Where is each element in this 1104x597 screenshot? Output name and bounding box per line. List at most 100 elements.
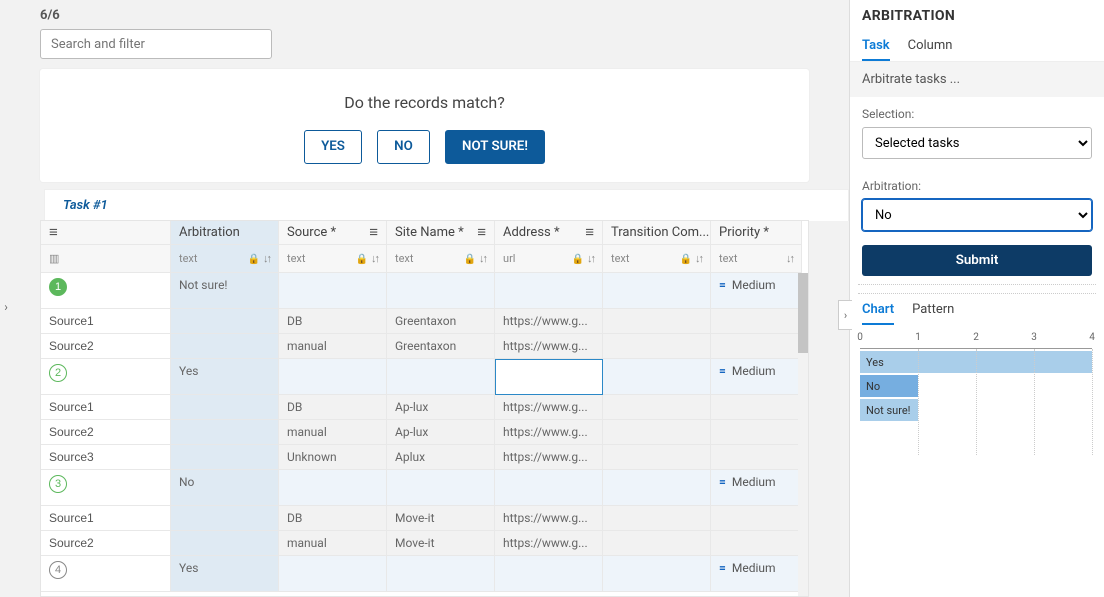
task-row-cell[interactable]	[387, 470, 495, 506]
source-row-cell[interactable]: https://www.g...	[495, 334, 603, 359]
source-row-cell[interactable]	[171, 531, 279, 556]
expand-left-icon[interactable]: ›	[0, 300, 12, 314]
source-row-cell[interactable]: Unknown	[279, 445, 387, 470]
resize-handle[interactable]	[858, 284, 1096, 294]
source-row-cell[interactable]: Ap-lux	[387, 420, 495, 445]
source-row-cell[interactable]	[603, 445, 711, 470]
col-subheader-4[interactable]: url🔒 ↓↑	[495, 245, 603, 273]
source-row-cell[interactable]	[603, 395, 711, 420]
task-row-cell[interactable]	[387, 556, 495, 592]
col-header-3[interactable]: Site Name *≡	[387, 221, 495, 245]
source-row-cell[interactable]	[171, 334, 279, 359]
task-row-cell[interactable]	[603, 556, 711, 592]
source-row-cell[interactable]: manual	[279, 531, 387, 556]
not-sure-button[interactable]: NOT SURE!	[445, 130, 545, 164]
priority-cell[interactable]: =Medium	[711, 273, 802, 309]
col-subheader-0[interactable]: ▥	[41, 245, 171, 273]
source-row-cell[interactable]	[711, 420, 802, 445]
col-subheader-5[interactable]: text🔒 ↓↑	[603, 245, 711, 273]
task-row-cell[interactable]	[279, 273, 387, 309]
source-row-cell[interactable]	[603, 309, 711, 334]
source-row-cell[interactable]	[711, 334, 802, 359]
task-row-cell[interactable]	[495, 359, 603, 395]
yes-button[interactable]: YES	[304, 130, 362, 164]
priority-cell[interactable]: =Medium	[711, 470, 802, 506]
source-row-cell[interactable]: https://www.g...	[495, 309, 603, 334]
task-number-badge[interactable]: 1	[41, 273, 171, 309]
task-number-badge[interactable]: 4	[41, 556, 171, 592]
tab-column[interactable]: Column	[908, 32, 953, 61]
source-row-cell[interactable]: https://www.g...	[495, 506, 603, 531]
arbitration-value-cell[interactable]: No	[171, 470, 279, 506]
source-row-cell[interactable]: Greentaxon	[387, 334, 495, 359]
source-row-cell[interactable]	[171, 445, 279, 470]
source-label[interactable]: Source2	[41, 334, 171, 359]
source-row-cell[interactable]: manual	[279, 420, 387, 445]
source-row-cell[interactable]: DB	[279, 506, 387, 531]
task-row-cell[interactable]	[495, 273, 603, 309]
source-row-cell[interactable]	[711, 531, 802, 556]
source-row-cell[interactable]	[711, 445, 802, 470]
source-row-cell[interactable]	[603, 334, 711, 359]
task-row-cell[interactable]	[495, 470, 603, 506]
col-subheader-6[interactable]: text↓↑	[711, 245, 802, 273]
chart-bar-notsure[interactable]: Not sure!	[860, 399, 918, 421]
source-row-cell[interactable]: https://www.g...	[495, 531, 603, 556]
table-scrollbar[interactable]	[798, 273, 808, 596]
source-row-cell[interactable]: https://www.g...	[495, 420, 603, 445]
task-row-cell[interactable]	[495, 556, 603, 592]
priority-cell[interactable]: =Medium	[711, 359, 802, 395]
task-row-cell[interactable]	[603, 273, 711, 309]
source-row-cell[interactable]: DB	[279, 309, 387, 334]
arbitration-value-cell[interactable]: Yes	[171, 359, 279, 395]
task-row-cell[interactable]	[279, 470, 387, 506]
source-row-cell[interactable]: Ap-lux	[387, 395, 495, 420]
task-row-cell[interactable]	[387, 273, 495, 309]
no-button[interactable]: NO	[377, 130, 430, 164]
arbitration-select[interactable]: No	[862, 199, 1092, 231]
source-row-cell[interactable]: manual	[279, 334, 387, 359]
task-tab[interactable]: Task #1	[44, 189, 849, 221]
task-number-badge[interactable]: 3	[41, 470, 171, 506]
col-header-1[interactable]: Arbitration	[171, 221, 279, 245]
col-header-4[interactable]: Address *≡	[495, 221, 603, 245]
task-row-cell[interactable]	[387, 359, 495, 395]
source-row-cell[interactable]	[711, 506, 802, 531]
task-row-cell[interactable]	[603, 359, 711, 395]
search-input[interactable]	[40, 29, 272, 59]
source-label[interactable]: Source2	[41, 420, 171, 445]
source-row-cell[interactable]	[171, 506, 279, 531]
col-subheader-1[interactable]: text🔒 ↓↑	[171, 245, 279, 273]
col-subheader-3[interactable]: text🔒 ↓↑	[387, 245, 495, 273]
source-row-cell[interactable]	[171, 420, 279, 445]
source-label[interactable]: Source1	[41, 395, 171, 420]
source-row-cell[interactable]: Greentaxon	[387, 309, 495, 334]
source-row-cell[interactable]: Move-it	[387, 531, 495, 556]
tab-chart[interactable]: Chart	[862, 296, 894, 325]
source-row-cell[interactable]	[603, 506, 711, 531]
source-row-cell[interactable]	[711, 395, 802, 420]
col-header-6[interactable]: Priority *	[711, 221, 802, 245]
source-label[interactable]: Source1	[41, 309, 171, 334]
source-row-cell[interactable]	[171, 309, 279, 334]
source-row-cell[interactable]: Move-it	[387, 506, 495, 531]
source-row-cell[interactable]: https://www.g...	[495, 395, 603, 420]
chart-bar-no[interactable]: No	[860, 375, 918, 397]
task-row-cell[interactable]	[279, 359, 387, 395]
submit-button[interactable]: Submit	[862, 245, 1092, 276]
arbitration-value-cell[interactable]: Yes	[171, 556, 279, 592]
source-row-cell[interactable]	[171, 395, 279, 420]
task-number-badge[interactable]: 2	[41, 359, 171, 395]
task-row-cell[interactable]	[279, 556, 387, 592]
tab-task[interactable]: Task	[862, 32, 890, 61]
arbitration-value-cell[interactable]: Not sure!	[171, 273, 279, 309]
chart-bar-yes[interactable]: Yes	[860, 351, 1092, 373]
col-header-5[interactable]: Transition Com...	[603, 221, 711, 245]
source-row-cell[interactable]	[711, 309, 802, 334]
col-header-0[interactable]: ≡	[41, 221, 171, 245]
priority-cell[interactable]: =Medium	[711, 556, 802, 592]
source-row-cell[interactable]: DB	[279, 395, 387, 420]
selection-select[interactable]: Selected tasks	[862, 127, 1092, 159]
source-label[interactable]: Source3	[41, 445, 171, 470]
source-label[interactable]: Source2	[41, 531, 171, 556]
